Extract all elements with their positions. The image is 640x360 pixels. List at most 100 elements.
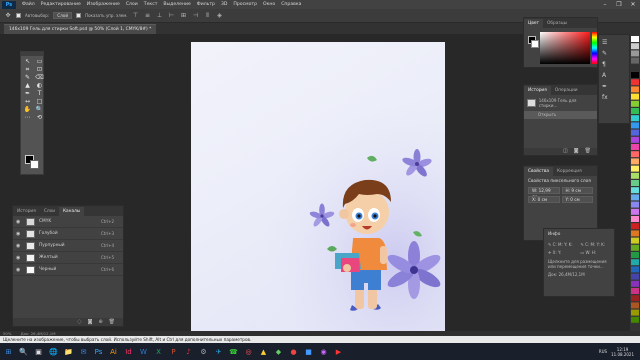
brush-tool-icon[interactable]: ✎ [22,74,33,81]
trash-icon[interactable]: 🗑 [109,318,115,326]
color-swatch[interactable] [631,158,639,165]
align-top-icon[interactable]: ⊤ [132,12,140,19]
color-swatch[interactable] [631,302,639,309]
taskbar-app-icon[interactable]: P [167,346,180,358]
color-swatch[interactable] [631,273,639,280]
color-swatch[interactable] [631,230,639,237]
taskbar-app-icon[interactable]: ✉ [77,346,90,358]
color-swatch[interactable] [631,136,639,143]
taskbar-app-icon[interactable]: 🌐 [47,346,60,358]
taskbar-app-icon[interactable]: ▶ [332,346,345,358]
eye-icon[interactable]: ◉ [16,243,22,249]
close-button[interactable]: ✕ [626,0,640,9]
taskbar-app-icon[interactable]: 🔍 [17,346,30,358]
channel-row-yellow[interactable]: ◉ Желтый Ctrl+5 [13,252,123,264]
distribute-icon[interactable]: ⫴ [204,12,212,19]
menu-filter[interactable]: Фильтр [194,2,218,7]
fill-tool-icon[interactable]: ▲ [22,82,33,89]
align-middle-icon[interactable]: ≡ [144,12,152,19]
tab-swatches[interactable]: Образцы [543,19,571,28]
color-swatch[interactable] [631,237,639,244]
background-color-swatch[interactable] [30,160,39,169]
move-tool-icon[interactable]: ↖ [22,58,33,65]
taskbar-app-icon[interactable]: ◉ [317,346,330,358]
color-swatch[interactable] [631,180,639,186]
color-swatch[interactable] [631,259,639,266]
clock[interactable]: 12:19 11.08.2021 [611,347,634,357]
save-selection-icon[interactable]: ◙ [88,318,93,326]
channel-row-black[interactable]: ◉ Черный Ctrl+6 [13,264,123,276]
taskbar-app-icon[interactable]: ● [287,346,300,358]
taskbar-app-icon[interactable]: ▣ [32,346,45,358]
align-center-icon[interactable]: ⊞ [180,12,188,19]
type-tool-icon[interactable]: T [34,90,45,97]
menu-layers[interactable]: Слои [123,2,141,7]
hue-slider[interactable] [592,32,597,64]
color-swatch[interactable] [631,194,639,201]
channel-row-magenta[interactable]: ◉ Пурпурный Ctrl+4 [13,240,123,252]
color-swatch[interactable] [631,201,639,208]
color-swatch[interactable] [631,129,639,136]
foreground-background-colors[interactable] [25,155,41,169]
3d-mode-icon[interactable]: ◈ [216,12,224,19]
taskbar-app-icon[interactable]: ◆ [272,346,285,358]
align-right-icon[interactable]: ⊣ [192,12,200,19]
color-swatch[interactable] [631,57,639,64]
x-field[interactable]: X: 0 см [528,196,560,203]
autoselect-dropdown[interactable]: Слой [53,12,73,19]
color-swatch[interactable] [631,216,639,222]
color-swatch[interactable] [631,252,639,258]
camera-icon[interactable]: ◙ [574,148,579,155]
autoselect-checkbox[interactable] [16,13,21,18]
menu-image[interactable]: Изображение [84,2,123,7]
hand-tool-icon[interactable]: ✋ [22,106,33,113]
taskbar-app-icon[interactable]: ☎ [227,346,240,358]
taskbar-app-icon[interactable]: ⊞ [2,346,15,358]
color-swatch[interactable] [631,316,639,323]
color-swatch[interactable] [631,93,639,100]
color-swatch[interactable] [631,43,639,50]
styles-icon[interactable]: fx [602,94,626,101]
taskbar-app-icon[interactable]: Ps [92,346,105,358]
color-swatch[interactable] [631,244,639,251]
minimize-button[interactable]: – [598,0,612,9]
tab-adjustments[interactable]: Коррекция [553,167,586,176]
taskbar-app-icon[interactable]: X [152,346,165,358]
color-swatch[interactable] [631,266,639,273]
color-swatch[interactable] [631,100,639,107]
dodge-tool-icon[interactable]: ◐ [34,82,45,89]
tab-layers[interactable]: Слои [40,207,59,216]
new-channel-icon[interactable]: ⊕ [98,318,102,326]
menu-select[interactable]: Выделение [160,2,193,7]
maximize-button[interactable]: ❐ [612,0,626,9]
width-field[interactable]: W: 12,99 см [528,187,560,199]
document-canvas[interactable] [191,42,445,332]
tab-color[interactable]: Цвет [524,19,544,28]
color-swatch[interactable] [631,208,639,215]
menu-type[interactable]: Текст [141,2,161,7]
taskbar-app-icon[interactable]: ◎ [242,346,255,358]
new-document-icon[interactable]: ◫ [563,148,568,155]
taskbar-app-icon[interactable]: 📁 [62,346,75,358]
color-swatch[interactable] [631,36,639,42]
menu-help[interactable]: Справка [278,2,304,7]
color-swatch[interactable] [631,72,639,78]
lasso-tool-icon[interactable]: ⌗ [22,66,33,73]
color-swatch[interactable] [631,50,639,57]
channel-row-cmyk[interactable]: ◉ CMYK Ctrl+2 [13,216,123,228]
trash-icon[interactable]: 🗑 [585,148,591,155]
load-selection-icon[interactable]: ◌ [77,318,81,326]
rotate-view-icon[interactable]: ⟲ [34,114,45,121]
crop-tool-icon[interactable]: ⊡ [34,66,45,73]
color-swatch[interactable] [631,172,639,179]
color-swatch[interactable] [631,151,639,158]
history-snapshot[interactable]: 146х109 Гель для стирки... [524,95,597,111]
align-bottom-icon[interactable]: ⊥ [156,12,164,19]
color-swatch[interactable] [631,122,639,129]
brush-settings-icon[interactable]: ✎ [602,50,626,57]
tab-properties[interactable]: Свойства [524,167,553,176]
taskbar-app-icon[interactable]: ■ [302,346,315,358]
menu-view[interactable]: Просмотр [230,2,260,7]
layers-icon[interactable]: ☰ [602,39,626,46]
color-swatch[interactable] [631,295,639,302]
